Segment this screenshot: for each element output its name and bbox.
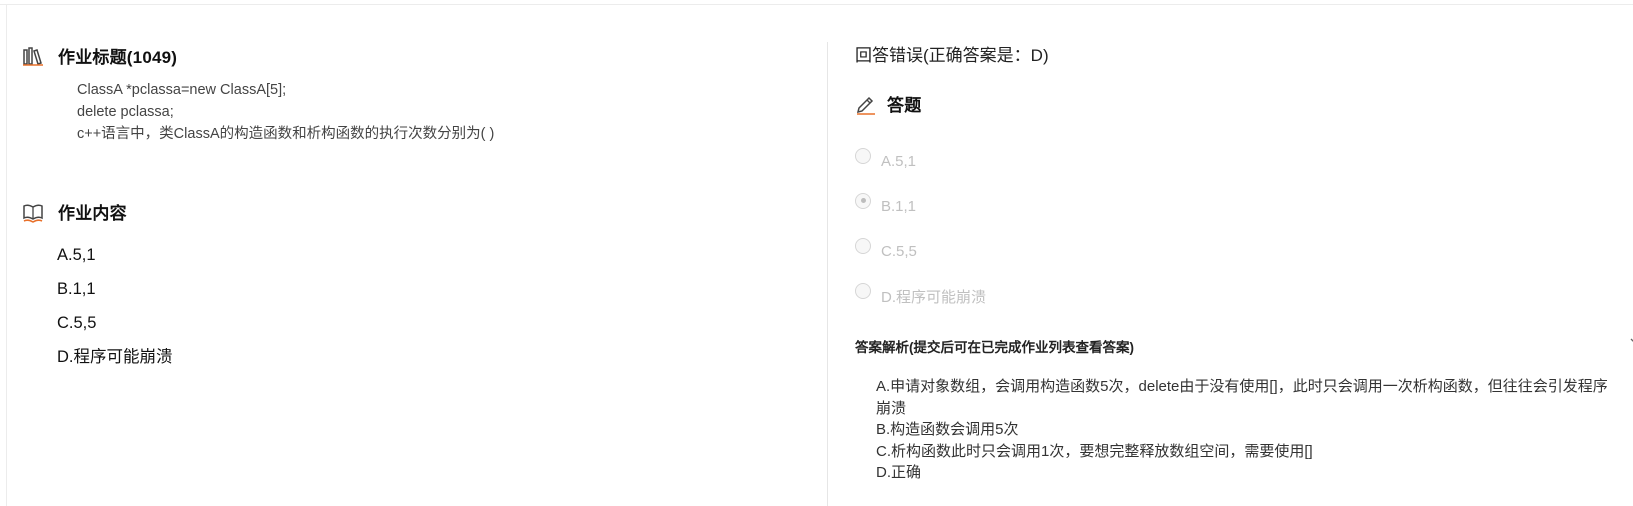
answer-panel: 回答错误(正确答案是：D) 答题 A.5,1 B.1,1 C.5,5 D.程序可… — [855, 0, 1633, 506]
open-book-icon — [22, 201, 44, 223]
assignment-title-header: 作业标题(1049) — [22, 43, 177, 68]
chevron-down-icon[interactable] — [1629, 334, 1633, 346]
radio-label: A.5,1 — [881, 153, 917, 170]
books-icon — [22, 45, 44, 67]
radio-option-a[interactable]: A.5,1 — [855, 136, 986, 181]
question-line: ClassA *pclassa=new ClassA[5]; — [77, 82, 287, 98]
assignment-content-header: 作业内容 — [22, 199, 127, 224]
option-list: A.5,1 B.1,1 C.5,5 D.程序可能崩溃 — [57, 244, 173, 380]
analysis-toggle-title[interactable]: 答案解析(提交后可在已完成作业列表查看答案) — [855, 336, 1134, 356]
assignment-content-title: 作业内容 — [58, 204, 127, 223]
radio-label: C.5,5 — [881, 243, 917, 260]
radio-label: D.程序可能崩溃 — [881, 289, 987, 306]
pen-icon — [855, 93, 877, 115]
radio-button-selected[interactable] — [855, 192, 871, 209]
analysis-content: A.申请对象数组，会调用构造函数5次，delete由于没有使用[]，此时只会调用… — [876, 376, 1621, 484]
option-text: C.5,5 — [57, 314, 97, 332]
radio-button[interactable] — [855, 237, 871, 254]
column-divider — [827, 42, 828, 506]
option-text: B.1,1 — [57, 280, 96, 298]
radio-option-c[interactable]: C.5,5 — [855, 226, 986, 271]
analysis-line: D.正确 — [876, 464, 922, 481]
analysis-line: A.申请对象数组，会调用构造函数5次，delete由于没有使用[]，此时只会调用… — [876, 378, 1608, 417]
option-text: A.5,1 — [57, 246, 96, 264]
answer-header: 答题 — [855, 91, 921, 116]
analysis-line: B.构造函数会调用5次 — [876, 421, 1019, 438]
question-panel: 作业标题(1049) ClassA *pclassa=new ClassA[5]… — [0, 0, 827, 506]
question-text: ClassA *pclassa=new ClassA[5]; delete pc… — [77, 79, 494, 145]
answer-result-text: 回答错误(正确答案是：D) — [855, 46, 1049, 65]
analysis-line: C.析构函数此时只会调用1次，要想完整释放数组空间，需要使用[] — [876, 442, 1313, 460]
radio-option-b[interactable]: B.1,1 — [855, 181, 986, 226]
question-line: delete pclassa; — [77, 104, 174, 120]
radio-button[interactable] — [855, 282, 871, 299]
assignment-title: 作业标题(1049) — [58, 48, 178, 67]
radio-label: B.1,1 — [881, 198, 917, 215]
question-line: c++语言中，类ClassA的构造函数和析构函数的执行次数分别为( ) — [77, 126, 495, 142]
radio-button[interactable] — [855, 147, 871, 164]
answer-title: 答题 — [887, 96, 922, 115]
radio-option-d[interactable]: D.程序可能崩溃 — [855, 271, 986, 316]
option-text: D.程序可能崩溃 — [57, 348, 173, 366]
answer-radio-group: A.5,1 B.1,1 C.5,5 D.程序可能崩溃 — [855, 136, 986, 316]
